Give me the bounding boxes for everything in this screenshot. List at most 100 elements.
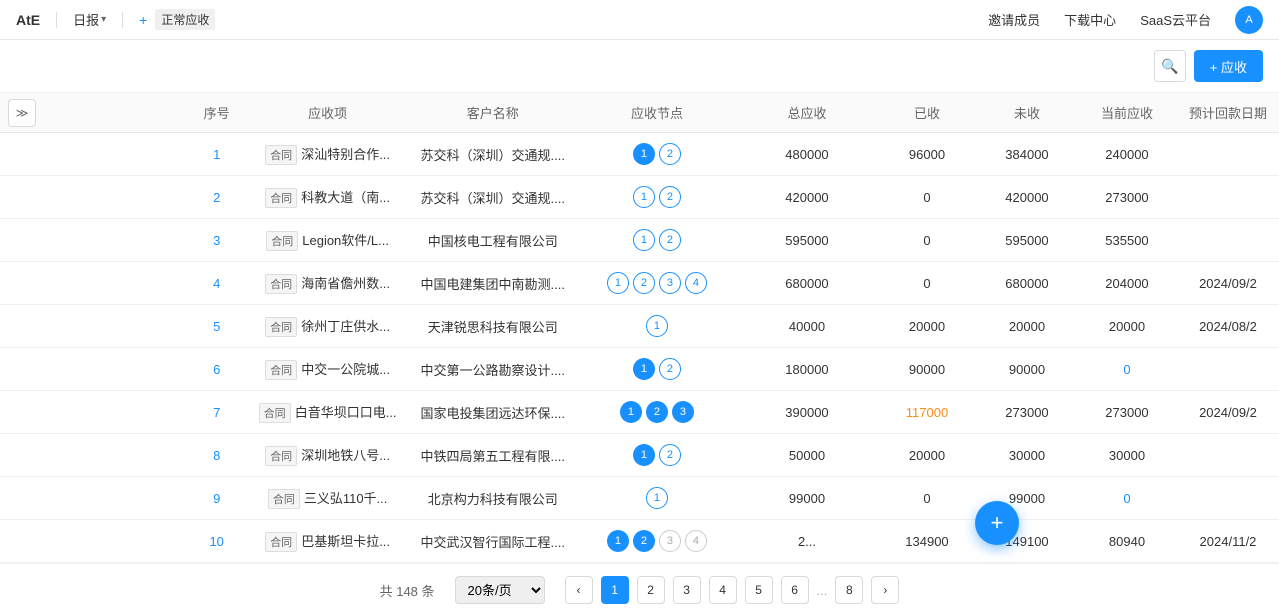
row-nodes: 12: [577, 219, 737, 262]
pagination-page-2[interactable]: 2: [637, 576, 665, 604]
node-circle[interactable]: 1: [633, 143, 655, 165]
row-type: 合同Legion软件/L...: [247, 219, 409, 262]
node-circle[interactable]: 1: [633, 229, 655, 251]
node-circle[interactable]: 2: [659, 358, 681, 380]
table-row: 9合同三义弘110千...北京构力科技有限公司1990000990000: [0, 477, 1279, 520]
node-circle[interactable]: 1: [646, 487, 668, 509]
pagination-page-1[interactable]: 1: [601, 576, 629, 604]
row-seq[interactable]: 8: [187, 434, 247, 477]
row-seq[interactable]: 4: [187, 262, 247, 305]
table-header-row: ≫ 序号 应收项 客户名称 应收节点 总应收 已收 未收 当前应收 预计回款日期: [0, 93, 1279, 133]
row-total: 180000: [737, 348, 877, 391]
row-seq[interactable]: 5: [187, 305, 247, 348]
search-icon: 🔍: [1161, 58, 1178, 75]
row-paid: 20000: [877, 305, 977, 348]
row-seq[interactable]: 6: [187, 348, 247, 391]
row-paid: 0: [877, 219, 977, 262]
row-date: 2024/09/2: [1177, 262, 1279, 305]
expand-toggle[interactable]: ≫: [8, 99, 36, 127]
pagination-prev[interactable]: ‹: [565, 576, 593, 604]
pagination-page-6[interactable]: 6: [781, 576, 809, 604]
col-paid: 未收: [977, 93, 1077, 133]
header-right: 邀请成员 下载中心 SaaS云平台 A: [988, 6, 1263, 34]
search-button[interactable]: 🔍: [1154, 50, 1186, 82]
add-normal-receivable-icon[interactable]: +: [139, 12, 147, 28]
node-circle[interactable]: 1: [633, 358, 655, 380]
receivable-table: ≫ 序号 应收项 客户名称 应收节点 总应收 已收 未收 当前应收 预计回款日期…: [0, 93, 1279, 563]
node-circle[interactable]: 4: [685, 272, 707, 294]
header: AtE 日报 ▾ + 正常应收 邀请成员 下载中心 SaaS云平台 A: [0, 0, 1279, 40]
row-seq[interactable]: 10: [187, 520, 247, 563]
add-receivable-button[interactable]: + 应收: [1194, 50, 1263, 82]
download-center-link[interactable]: 下载中心: [1064, 10, 1116, 29]
row-date: [1177, 176, 1279, 219]
row-total: 595000: [737, 219, 877, 262]
row-current: 240000: [1077, 133, 1177, 176]
col-total: 已收: [877, 93, 977, 133]
node-circle[interactable]: 4: [685, 530, 707, 552]
row-paid: 0: [877, 477, 977, 520]
expand-column: ≫: [0, 93, 187, 133]
page-size-select[interactable]: 20条/页 50条/页 100条/页: [455, 576, 545, 604]
row-nodes: 1: [577, 305, 737, 348]
fab-add-button[interactable]: +: [975, 501, 1019, 545]
node-circle[interactable]: 1: [620, 401, 642, 423]
row-seq[interactable]: 1: [187, 133, 247, 176]
col-unpaid: 当前应收: [1077, 93, 1177, 133]
avatar[interactable]: A: [1235, 6, 1263, 34]
node-circle[interactable]: 2: [659, 186, 681, 208]
normal-receivable-tag: 正常应收: [155, 9, 215, 30]
table-row: 5合同徐州丁庄供水...天津锐思科技有限公司140000200002000020…: [0, 305, 1279, 348]
row-current: 204000: [1077, 262, 1177, 305]
node-circle[interactable]: 1: [607, 272, 629, 294]
node-circle[interactable]: 2: [633, 272, 655, 294]
invite-members-link[interactable]: 邀请成员: [988, 10, 1040, 29]
node-circle[interactable]: 1: [607, 530, 629, 552]
row-type: 合同白音华坝口口电...: [247, 391, 409, 434]
row-current: 80940: [1077, 520, 1177, 563]
col-current: 预计回款日期: [1177, 93, 1279, 133]
row-total: 2...: [737, 520, 877, 563]
node-circle[interactable]: 2: [646, 401, 668, 423]
row-expand: [0, 520, 187, 563]
node-circle[interactable]: 2: [659, 444, 681, 466]
row-current: 273000: [1077, 391, 1177, 434]
add-receivable-label: + 应收: [1210, 57, 1247, 76]
pagination-page-5[interactable]: 5: [745, 576, 773, 604]
daily-menu[interactable]: 日报 ▾: [73, 10, 106, 29]
row-date: 2024/09/2: [1177, 391, 1279, 434]
row-nodes: 12: [577, 434, 737, 477]
row-unpaid: 384000: [977, 133, 1077, 176]
col-client: 应收节点: [577, 93, 737, 133]
row-type: 合同巴基斯坦卡拉...: [247, 520, 409, 563]
node-circle[interactable]: 1: [633, 186, 655, 208]
node-circle[interactable]: 2: [659, 143, 681, 165]
row-client: 国家电投集团远达环保....: [409, 391, 577, 434]
node-circle[interactable]: 2: [633, 530, 655, 552]
pagination-page-8[interactable]: 8: [835, 576, 863, 604]
node-circle[interactable]: 3: [659, 272, 681, 294]
row-seq[interactable]: 9: [187, 477, 247, 520]
row-date: [1177, 219, 1279, 262]
node-circle[interactable]: 1: [633, 444, 655, 466]
pagination-page-4[interactable]: 4: [709, 576, 737, 604]
row-seq[interactable]: 7: [187, 391, 247, 434]
row-seq[interactable]: 3: [187, 219, 247, 262]
node-circle[interactable]: 2: [659, 229, 681, 251]
row-unpaid: 273000: [977, 391, 1077, 434]
row-seq[interactable]: 2: [187, 176, 247, 219]
table-row: 10合同巴基斯坦卡拉...中交武汉智行国际工程....12342...13490…: [0, 520, 1279, 563]
pagination-next[interactable]: ›: [871, 576, 899, 604]
row-type: 合同徐州丁庄供水...: [247, 305, 409, 348]
node-circle[interactable]: 3: [672, 401, 694, 423]
row-nodes: 12: [577, 176, 737, 219]
saas-platform-link[interactable]: SaaS云平台: [1140, 10, 1211, 29]
row-expand: [0, 133, 187, 176]
table-row: 1合同深汕特别合作...苏交科（深圳）交通规....12480000960003…: [0, 133, 1279, 176]
row-type: 合同科教大道（南...: [247, 176, 409, 219]
node-circle[interactable]: 3: [659, 530, 681, 552]
row-total: 99000: [737, 477, 877, 520]
pagination-page-3[interactable]: 3: [673, 576, 701, 604]
node-circle[interactable]: 1: [646, 315, 668, 337]
row-current: 535500: [1077, 219, 1177, 262]
